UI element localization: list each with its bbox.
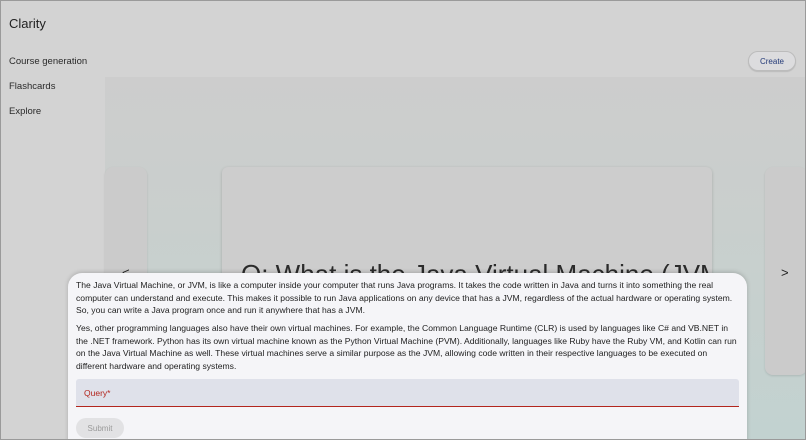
app-title: Clarity	[9, 16, 46, 31]
answer-bottom-sheet: The Java Virtual Machine, or JVM, is lik…	[68, 273, 747, 439]
create-button[interactable]: Create	[748, 51, 796, 71]
submit-button[interactable]: Submit	[76, 418, 124, 438]
answer-paragraph: Yes, other programming languages also ha…	[76, 323, 737, 371]
answer-paragraph: The Java Virtual Machine, or JVM, is lik…	[76, 280, 733, 316]
query-label: Query*	[84, 388, 111, 398]
query-input[interactable]: Query*	[76, 379, 739, 407]
sidebar-item-flashcards[interactable]: Flashcards	[9, 80, 87, 105]
sidebar-nav: Course generation Flashcards Explore	[9, 55, 87, 130]
sidebar-item-course-generation[interactable]: Course generation	[9, 55, 87, 80]
chevron-right-icon[interactable]: >	[781, 265, 789, 280]
app-window: Clarity Course generation Flashcards Exp…	[0, 0, 806, 440]
sidebar-item-explore[interactable]: Explore	[9, 105, 87, 130]
